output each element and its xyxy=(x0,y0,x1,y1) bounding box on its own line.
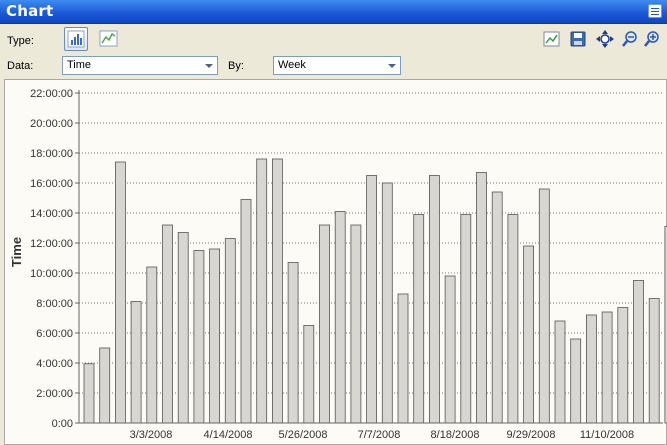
bar xyxy=(240,199,252,424)
y-tick-label: 0:00 xyxy=(52,418,73,430)
bar xyxy=(617,307,629,424)
bar xyxy=(491,191,503,424)
bar xyxy=(601,311,613,424)
x-tick-label: 5/26/2008 xyxy=(279,429,328,441)
bar xyxy=(586,314,597,424)
bar xyxy=(413,214,425,424)
bar xyxy=(271,158,283,424)
bar xyxy=(224,238,236,424)
bar xyxy=(444,275,456,424)
bar xyxy=(397,293,409,424)
bar xyxy=(381,182,393,424)
bar xyxy=(99,347,111,424)
bar xyxy=(177,232,189,424)
y-tick-label: 16:00:00 xyxy=(30,178,73,190)
y-tick-label: 18:00:00 xyxy=(30,148,73,160)
bar xyxy=(648,298,660,424)
x-tick-label: 3/3/2008 xyxy=(130,429,173,441)
y-tick-label: 8:00:00 xyxy=(36,298,73,310)
bar xyxy=(287,262,299,424)
y-tick-label: 14:00:00 xyxy=(30,208,73,220)
bar xyxy=(146,266,158,424)
bar xyxy=(303,325,315,424)
bar xyxy=(334,211,346,424)
bar xyxy=(162,224,173,424)
y-axis-title: Time xyxy=(9,237,24,267)
x-tick-label: 9/29/2008 xyxy=(507,429,556,441)
bar xyxy=(538,188,550,424)
bar xyxy=(523,245,534,424)
bar xyxy=(209,248,221,424)
x-tick-label: 7/7/2008 xyxy=(358,429,401,441)
x-tick-label: 8/18/2008 xyxy=(431,429,480,441)
bar xyxy=(83,363,95,424)
bar xyxy=(115,161,126,424)
y-tick-label: 2:00:00 xyxy=(36,388,73,400)
bar xyxy=(570,338,582,424)
bar xyxy=(350,224,362,424)
y-tick-label: 4:00:00 xyxy=(36,358,73,370)
bar xyxy=(554,320,566,424)
bar xyxy=(130,301,142,424)
bar xyxy=(366,175,378,424)
bar xyxy=(428,175,440,424)
bar xyxy=(193,250,205,424)
x-tick-label: 4/14/2008 xyxy=(204,429,253,441)
y-tick-label: 10:00:00 xyxy=(30,268,73,280)
y-tick-label: 22:00:00 xyxy=(30,88,73,100)
bar xyxy=(319,224,330,424)
bar-chart: 0:00 2:00:00 4:00:00 6:00:00 8:00:00 10:00:00… xyxy=(9,88,667,441)
y-tick-label: 6:00:00 xyxy=(36,328,73,340)
y-tick-label: 20:00:00 xyxy=(30,118,73,130)
y-tick-label: 12:00:00 xyxy=(30,238,73,250)
bar xyxy=(476,172,487,424)
bar xyxy=(460,214,472,424)
bar xyxy=(633,280,644,424)
bar xyxy=(256,158,268,424)
x-tick-label: 11/10/2008 xyxy=(580,429,634,441)
bar xyxy=(507,214,519,424)
